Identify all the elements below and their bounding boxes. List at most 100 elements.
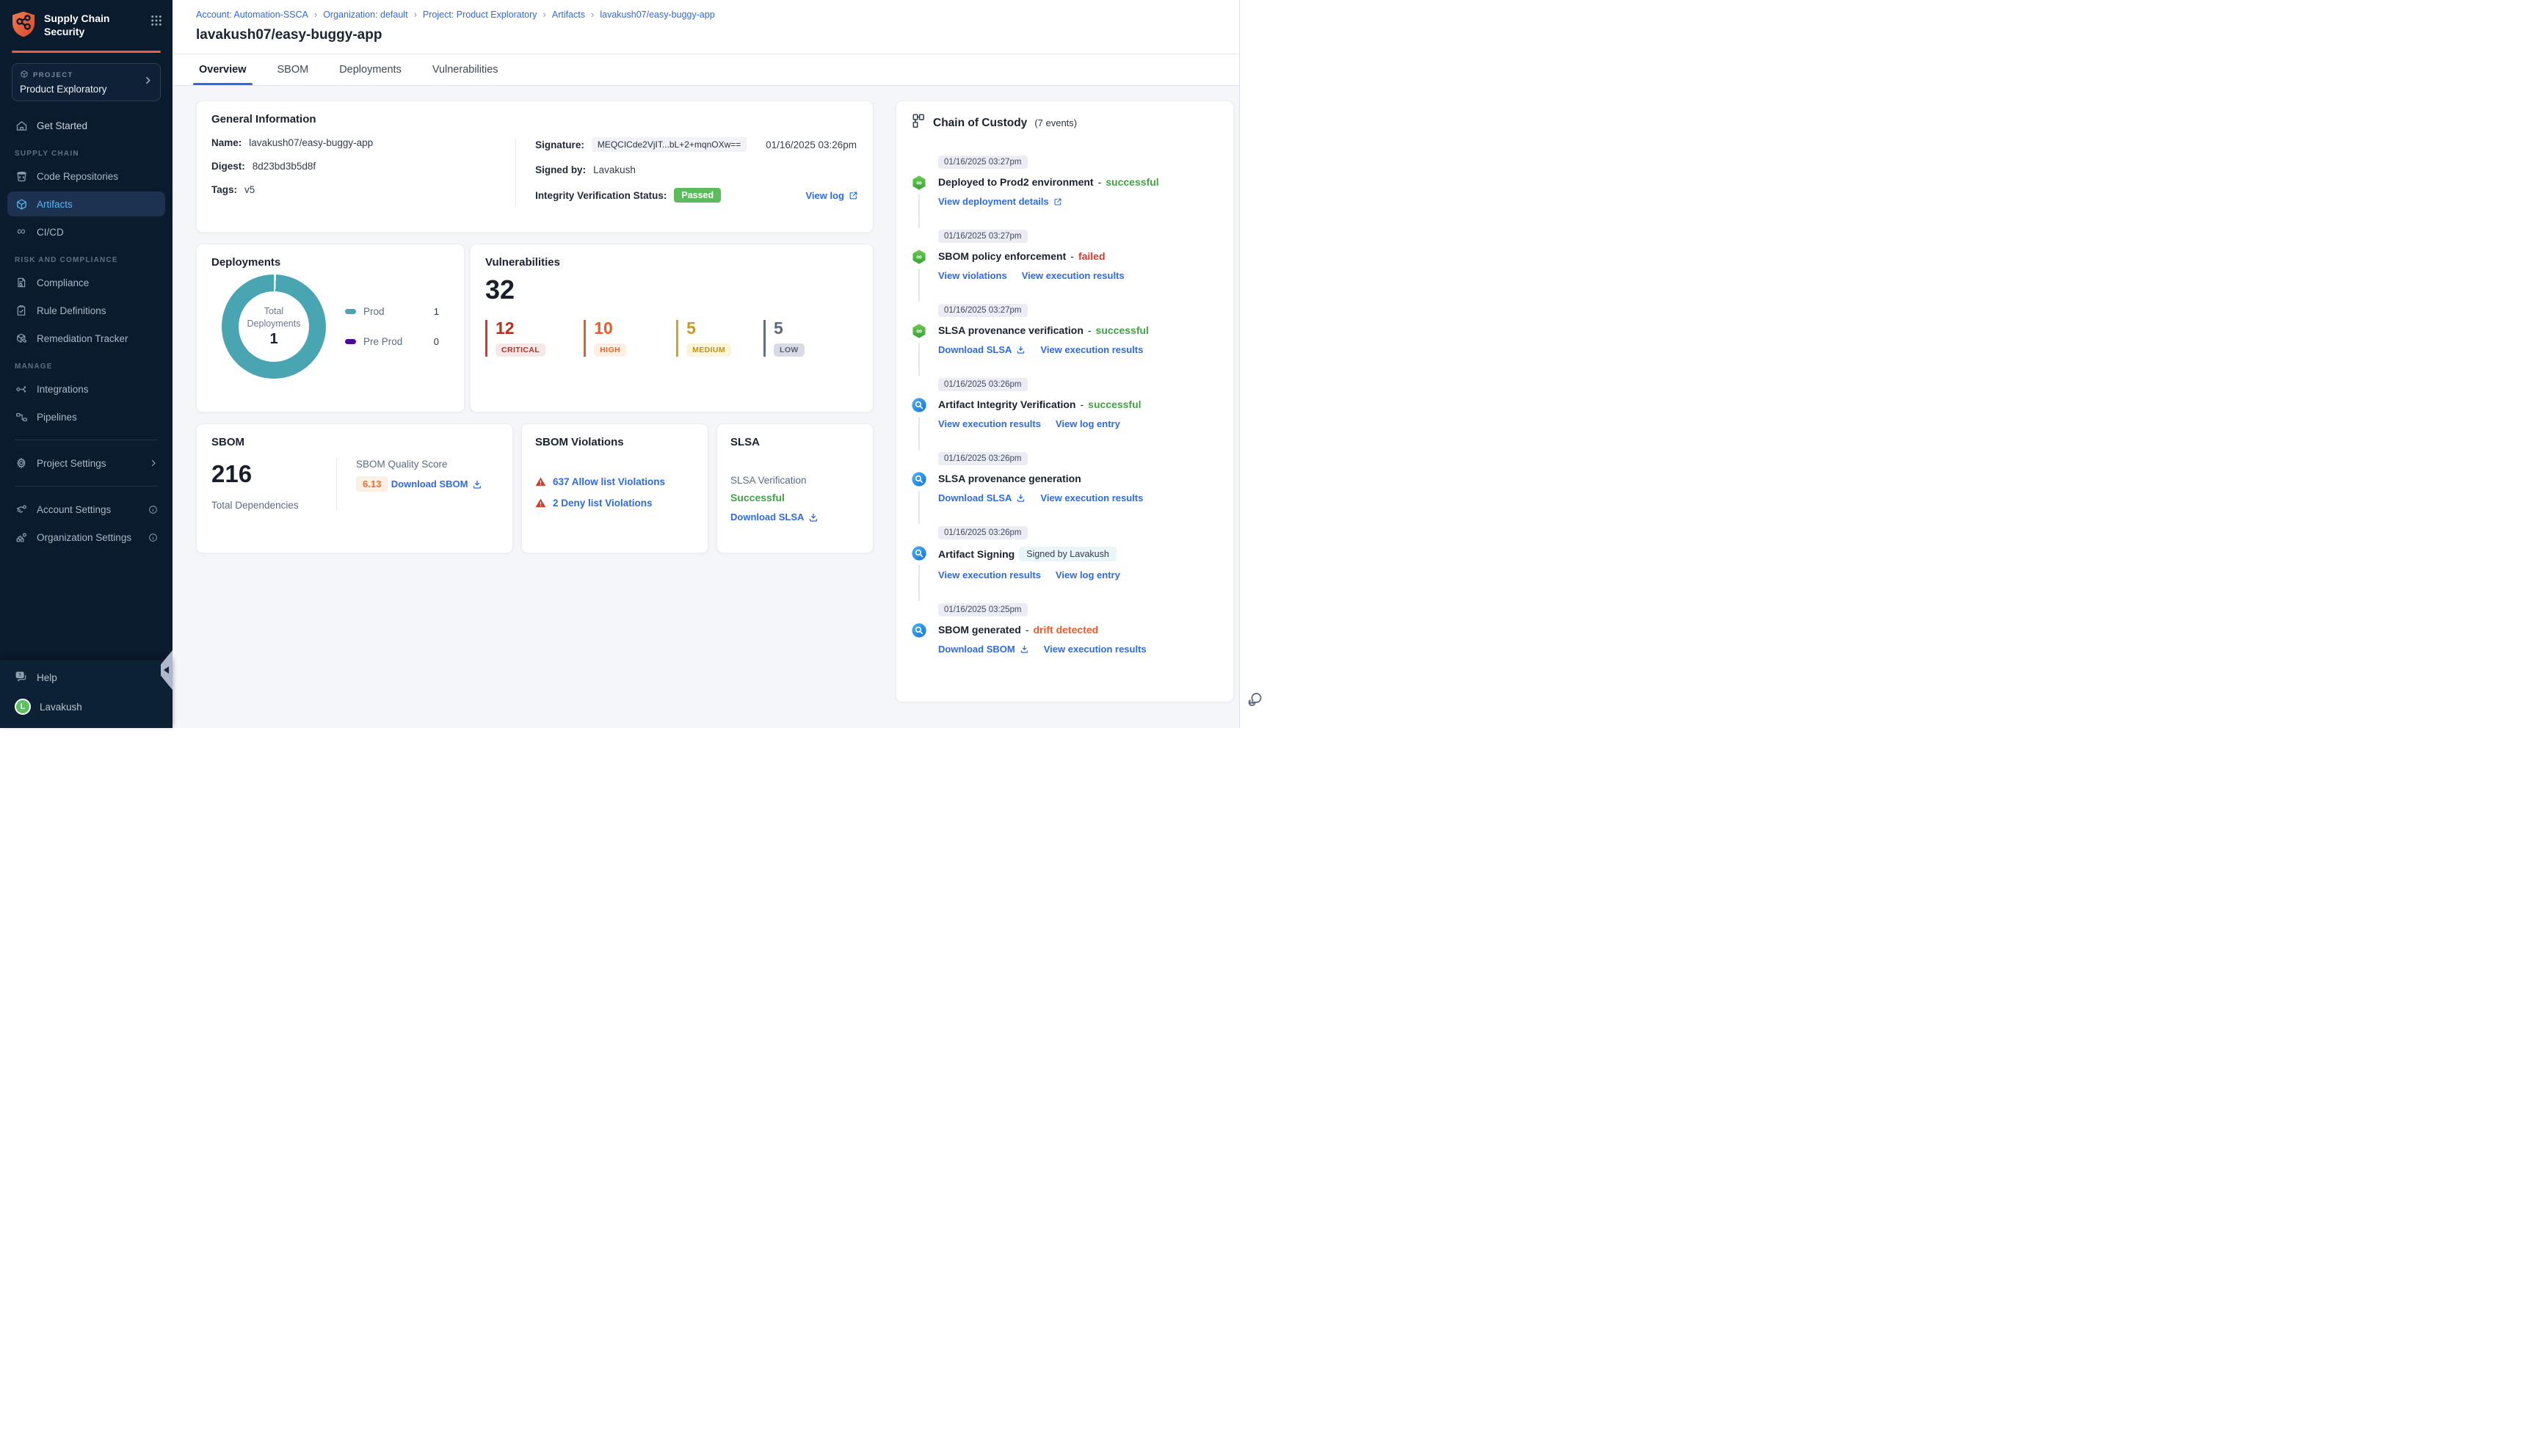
allow-list-violations-link[interactable]: 637 Allow list Violations bbox=[535, 476, 694, 487]
cube-icon bbox=[20, 70, 29, 81]
breadcrumb-project[interactable]: Project: Product Exploratory bbox=[423, 10, 537, 20]
tab-deployments[interactable]: Deployments bbox=[336, 54, 404, 85]
download-sbom-link[interactable]: Download SBOM bbox=[938, 644, 1029, 655]
breadcrumb-current[interactable]: lavakush07/easy-buggy-app bbox=[600, 10, 714, 20]
severity-high: 10 HIGH bbox=[584, 320, 627, 357]
sidebar-item-project-settings[interactable]: Project Settings bbox=[7, 451, 165, 476]
breadcrumb-account[interactable]: Account: Automation-SSCA bbox=[196, 10, 308, 20]
breadcrumb-organization[interactable]: Organization: default bbox=[323, 10, 407, 20]
sbom-title: SBOM bbox=[211, 436, 244, 448]
view-log-entry-link[interactable]: View log entry bbox=[1056, 569, 1120, 580]
breadcrumb-artifacts[interactable]: Artifacts bbox=[552, 10, 585, 20]
link-label: View violations bbox=[938, 270, 1007, 281]
vulnerabilities-total: 32 bbox=[485, 274, 515, 305]
sidebar-divider bbox=[15, 486, 158, 487]
view-log-entry-link[interactable]: View log entry bbox=[1056, 418, 1120, 429]
pipeline-hexagon-icon: ∞ bbox=[911, 249, 927, 265]
breadcrumb-separator: › bbox=[591, 9, 595, 20]
app-grid-icon[interactable] bbox=[150, 15, 162, 30]
event-links: View execution results View log entry bbox=[938, 418, 1219, 429]
event-timestamp: 01/16/2025 03:27pm bbox=[938, 230, 1028, 243]
sidebar-item-compliance[interactable]: Compliance bbox=[7, 270, 165, 295]
tags-label: Tags: bbox=[211, 184, 238, 195]
sidebar-item-cicd[interactable]: ∞ CI/CD bbox=[7, 219, 165, 244]
sidebar-item-pipelines[interactable]: Pipelines bbox=[7, 404, 165, 429]
view-execution-results-link[interactable]: View execution results bbox=[938, 569, 1041, 580]
tab-vulnerabilities[interactable]: Vulnerabilities bbox=[429, 54, 501, 85]
event-title-separator: - bbox=[1025, 624, 1029, 636]
deny-list-violations-link[interactable]: 2 Deny list Violations bbox=[535, 498, 694, 509]
legend-item-preprod[interactable]: Pre Prod 0 bbox=[345, 336, 439, 347]
chain-of-custody-card: Chain of Custody (7 events) ∞ 01/16/2025 … bbox=[896, 101, 1234, 702]
download-sbom-label: Download SBOM bbox=[391, 478, 468, 489]
view-execution-results-link[interactable]: View execution results bbox=[938, 418, 1041, 429]
event-timestamp: 01/16/2025 03:27pm bbox=[938, 304, 1028, 317]
signed-by-label: Signed by: bbox=[535, 164, 587, 175]
integrity-status-badge: Passed bbox=[674, 188, 722, 203]
view-log-label: View log bbox=[805, 189, 845, 201]
download-icon bbox=[810, 513, 818, 522]
download-slsa-link[interactable]: Download SLSA bbox=[938, 344, 1026, 355]
event-status: successful bbox=[1088, 398, 1142, 410]
sidebar-item-rule-definitions[interactable]: Rule Definitions bbox=[7, 298, 165, 323]
info-icon[interactable] bbox=[148, 533, 158, 542]
custody-event-artifact-integrity-verification: 01/16/2025 03:26pm Artifact Integrity Ver… bbox=[911, 377, 1219, 451]
view-execution-results-link[interactable]: View execution results bbox=[1044, 644, 1147, 655]
breadcrumb-separator: › bbox=[413, 9, 417, 20]
download-slsa-link[interactable]: Download SLSA bbox=[730, 512, 819, 523]
sidebar-item-organization-settings[interactable]: Organization Settings bbox=[7, 525, 165, 550]
link-label: View execution results bbox=[938, 418, 1041, 429]
feedback-chat-icon[interactable] bbox=[1246, 691, 1263, 712]
view-execution-results-link[interactable]: View execution results bbox=[1040, 492, 1143, 503]
signature-value[interactable]: MEQCICde2VjIT...bL+2+mqnOXw== bbox=[591, 137, 747, 152]
name-label: Name: bbox=[211, 137, 242, 148]
infinity-icon: ∞ bbox=[17, 225, 26, 238]
tab-sbom[interactable]: SBOM bbox=[275, 54, 312, 85]
prod-swatch-icon bbox=[345, 309, 356, 314]
download-slsa-link[interactable]: Download SLSA bbox=[938, 492, 1026, 503]
artifact-scan-icon bbox=[911, 545, 927, 561]
help-button[interactable]: ? Help bbox=[15, 670, 158, 685]
legend-item-prod[interactable]: Prod 1 bbox=[345, 306, 439, 317]
view-deployment-details-link[interactable]: View deployment details bbox=[938, 196, 1062, 207]
medium-badge: MEDIUM bbox=[686, 343, 732, 357]
event-title-separator: - bbox=[1080, 398, 1084, 410]
signature-timestamp: 01/16/2025 03:26pm bbox=[766, 139, 857, 150]
sidebar-item-integrations[interactable]: Integrations bbox=[7, 376, 165, 401]
chevron-right-icon bbox=[143, 76, 153, 89]
download-slsa-label: Download SLSA bbox=[730, 512, 805, 523]
link-label: View deployment details bbox=[938, 196, 1049, 207]
breadcrumb-separator: › bbox=[542, 9, 546, 20]
view-execution-results-link[interactable]: View execution results bbox=[1022, 270, 1125, 281]
critical-badge: CRITICAL bbox=[496, 343, 546, 357]
event-title: SBOM generated bbox=[938, 624, 1021, 636]
pipeline-hexagon-icon: ∞ bbox=[911, 323, 927, 339]
user-menu[interactable]: L Lavakush bbox=[15, 699, 158, 715]
svg-text:∞: ∞ bbox=[916, 327, 922, 336]
tab-overview[interactable]: Overview bbox=[193, 54, 252, 85]
link-label: View execution results bbox=[1043, 644, 1147, 655]
sidebar-item-artifacts[interactable]: Artifacts bbox=[7, 192, 165, 216]
content-area: General Information Name: lavakush07/easy… bbox=[173, 86, 1268, 728]
view-log-link[interactable]: View log bbox=[806, 190, 859, 201]
gear-icon bbox=[15, 457, 28, 469]
view-execution-results-link[interactable]: View execution results bbox=[1040, 344, 1143, 355]
download-sbom-link[interactable]: Download SBOM bbox=[391, 478, 483, 489]
main-area: Account: Automation-SSCA › Organization:… bbox=[173, 0, 1268, 728]
project-selector[interactable]: PROJECT Product Exploratory bbox=[12, 63, 161, 101]
sidebar-item-code-repositories[interactable]: Code Repositories bbox=[7, 164, 165, 189]
event-links: View execution results View log entry bbox=[938, 569, 1219, 580]
slsa-card: SLSA SLSA Verification Successful Downlo… bbox=[716, 423, 874, 553]
sbom-violations-title: SBOM Violations bbox=[535, 436, 624, 448]
info-icon[interactable] bbox=[148, 505, 158, 514]
sidebar-item-remediation-tracker[interactable]: Remediation Tracker bbox=[7, 326, 165, 351]
document-search-icon bbox=[15, 277, 28, 288]
org-gear-icon bbox=[15, 531, 28, 544]
sidebar-item-account-settings[interactable]: Account Settings bbox=[7, 497, 165, 522]
view-violations-link[interactable]: View violations bbox=[938, 270, 1007, 281]
chevron-right-icon bbox=[149, 459, 158, 467]
sidebar-item-get-started[interactable]: Get Started bbox=[7, 113, 165, 138]
sidebar-item-label: Organization Settings bbox=[37, 531, 132, 543]
pipelines-icon bbox=[15, 411, 28, 423]
low-count: 5 bbox=[774, 318, 783, 338]
